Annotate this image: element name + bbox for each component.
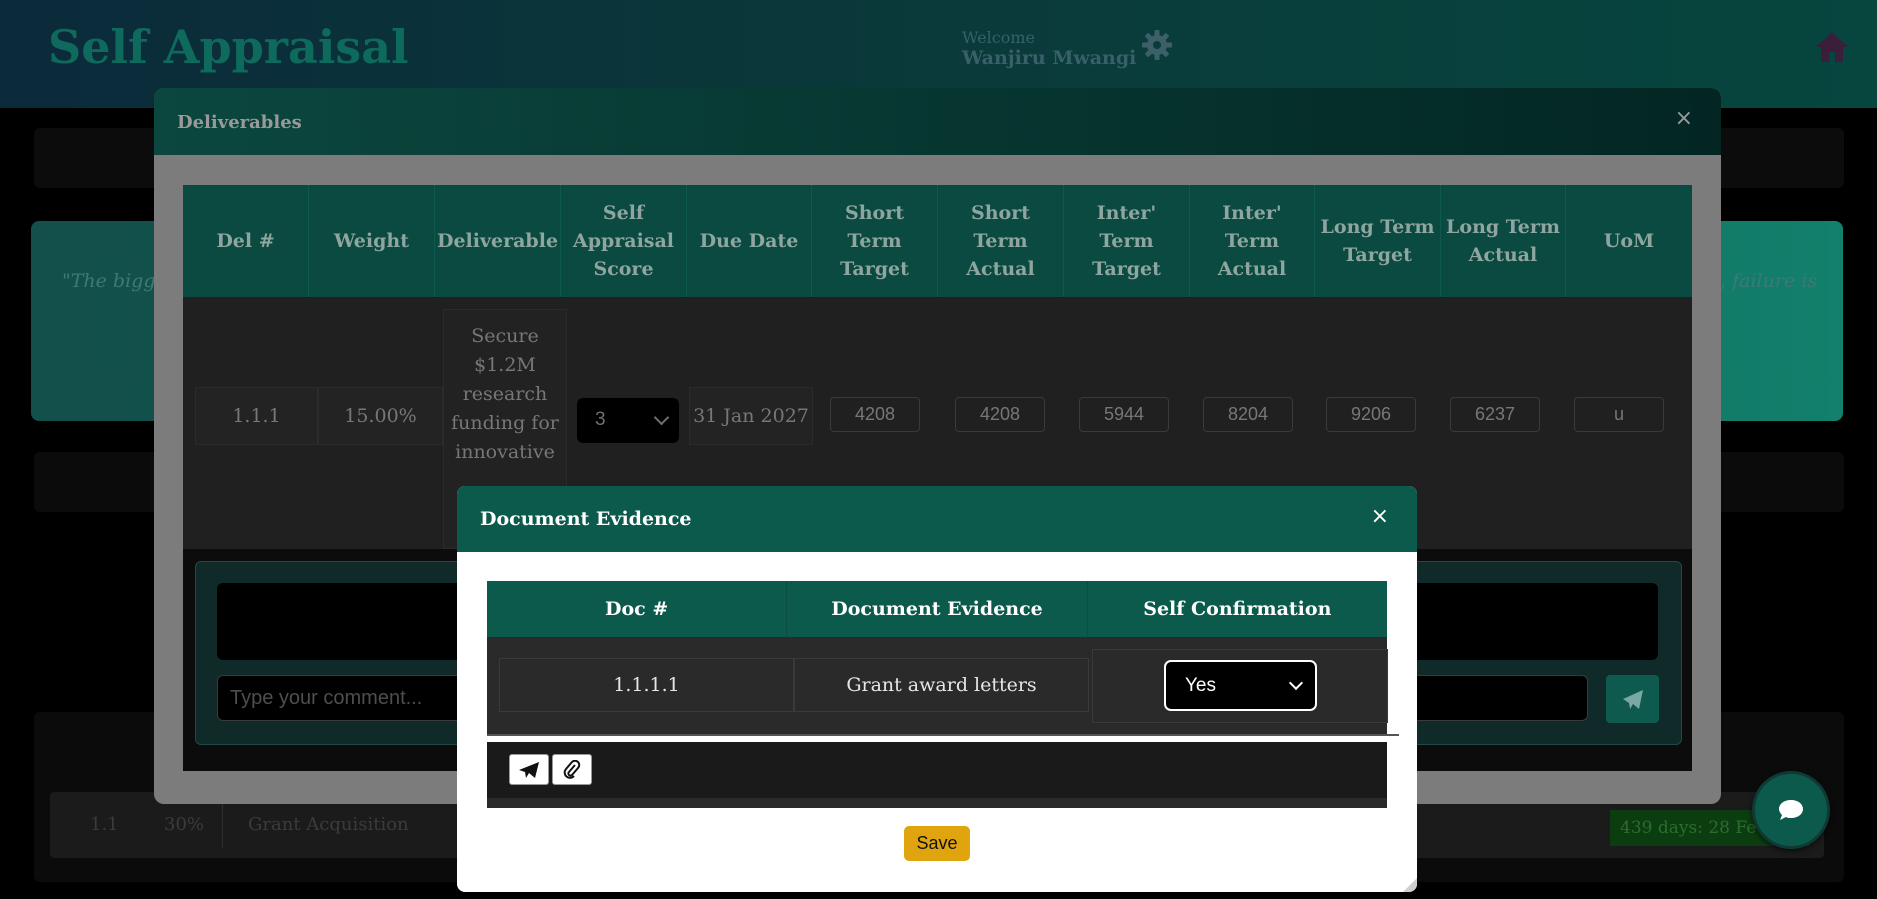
weight-cell: 15.00% — [318, 387, 443, 445]
uom-input[interactable]: u — [1574, 397, 1664, 432]
chat-button[interactable] — [1752, 771, 1830, 849]
del-number-cell: 1.1.1 — [195, 387, 318, 445]
column-header: Deliverable — [435, 185, 561, 297]
send-evidence-button[interactable] — [509, 754, 549, 785]
gear-icon[interactable] — [1140, 28, 1174, 62]
home-icon[interactable] — [1814, 30, 1850, 64]
modal-title: Document Evidence — [480, 508, 692, 530]
column-header: Short Term Actual — [938, 185, 1064, 297]
modal-header: Deliverables × — [154, 88, 1721, 155]
document-table: Doc # Document Evidence Self Confirmatio… — [487, 581, 1388, 735]
modal-title: Deliverables — [177, 112, 302, 133]
table-header: Del # Weight Deliverable Self Appraisal … — [183, 185, 1692, 297]
document-evidence-cell: Grant award letters — [794, 658, 1089, 712]
long-term-target-input[interactable]: 9206 — [1326, 397, 1416, 432]
column-header: UoM — [1603, 230, 1655, 252]
column-header: Weight — [309, 185, 435, 297]
selected-confirmation: Yes — [1185, 675, 1216, 696]
column-header: Self Appraisal Score — [561, 185, 687, 297]
column-header: Self Confirmation — [1143, 598, 1332, 620]
chat-icon — [1779, 800, 1803, 820]
welcome-label: Welcome — [962, 28, 1035, 47]
column-header: Long Term Target — [1315, 185, 1441, 297]
column-header: Due Date — [687, 185, 812, 297]
column-header: Short Term Target — [812, 185, 938, 297]
paperclip-icon — [563, 759, 581, 779]
save-button[interactable]: Save — [904, 826, 970, 861]
table-header: Doc # Document Evidence Self Confirmatio… — [487, 581, 1387, 637]
user-name: Wanjiru Mwangi — [962, 47, 1137, 69]
column-header: Long Term Actual — [1441, 185, 1566, 297]
self-confirmation-cell: Yes — [1092, 649, 1388, 723]
self-confirmation-select[interactable]: Yes — [1164, 660, 1317, 711]
column-header: Inter' Term Target — [1064, 185, 1190, 297]
divider — [487, 734, 1399, 736]
document-evidence-modal: Document Evidence × Doc # Document Evide… — [457, 486, 1417, 892]
due-date-cell: 31 Jan 2027 — [689, 387, 813, 445]
resize-handle[interactable] — [1403, 878, 1417, 892]
selected-score: 3 — [595, 409, 606, 430]
table-row: 1.1.1.1 Grant award letters Yes — [487, 637, 1388, 735]
long-term-actual-input[interactable]: 6237 — [1450, 397, 1540, 432]
table-footer — [487, 798, 1387, 808]
inter-term-target-input[interactable]: 5944 — [1079, 397, 1169, 432]
inter-term-actual-input[interactable]: 8204 — [1203, 397, 1293, 432]
app-title: Self Appraisal — [48, 20, 409, 74]
close-icon[interactable]: × — [1675, 106, 1693, 131]
evidence-toolbar — [487, 742, 1387, 798]
quote-text-left: "The bigge — [62, 270, 167, 292]
column-header: Del # — [183, 185, 309, 297]
chevron-down-icon — [653, 409, 670, 426]
welcome-block: Welcome Wanjiru Mwangi — [962, 28, 1136, 69]
bg-weight: 30% — [164, 814, 205, 835]
self-appraisal-score-select[interactable]: 3 — [577, 398, 679, 443]
column-header: Doc # — [487, 581, 788, 637]
short-term-target-input[interactable]: 4208 — [830, 397, 920, 432]
chevron-down-icon — [1288, 675, 1304, 691]
close-icon[interactable]: × — [1371, 504, 1389, 529]
column-header: Inter' Term Actual — [1190, 185, 1315, 297]
send-comment-button[interactable] — [1606, 675, 1659, 723]
bg-del-number: 1.1 — [90, 814, 119, 835]
send-icon — [1623, 690, 1643, 709]
quote-text-right: , failure is — [1720, 270, 1818, 292]
doc-number-cell: 1.1.1.1 — [499, 658, 794, 712]
modal-header: Document Evidence × — [457, 486, 1417, 552]
send-icon — [519, 761, 539, 778]
bg-deliverable: Grant Acquisition — [248, 814, 409, 835]
short-term-actual-input[interactable]: 4208 — [955, 397, 1045, 432]
column-header: Document Evidence — [787, 581, 1088, 637]
attach-file-button[interactable] — [552, 754, 592, 785]
divider — [222, 802, 223, 848]
